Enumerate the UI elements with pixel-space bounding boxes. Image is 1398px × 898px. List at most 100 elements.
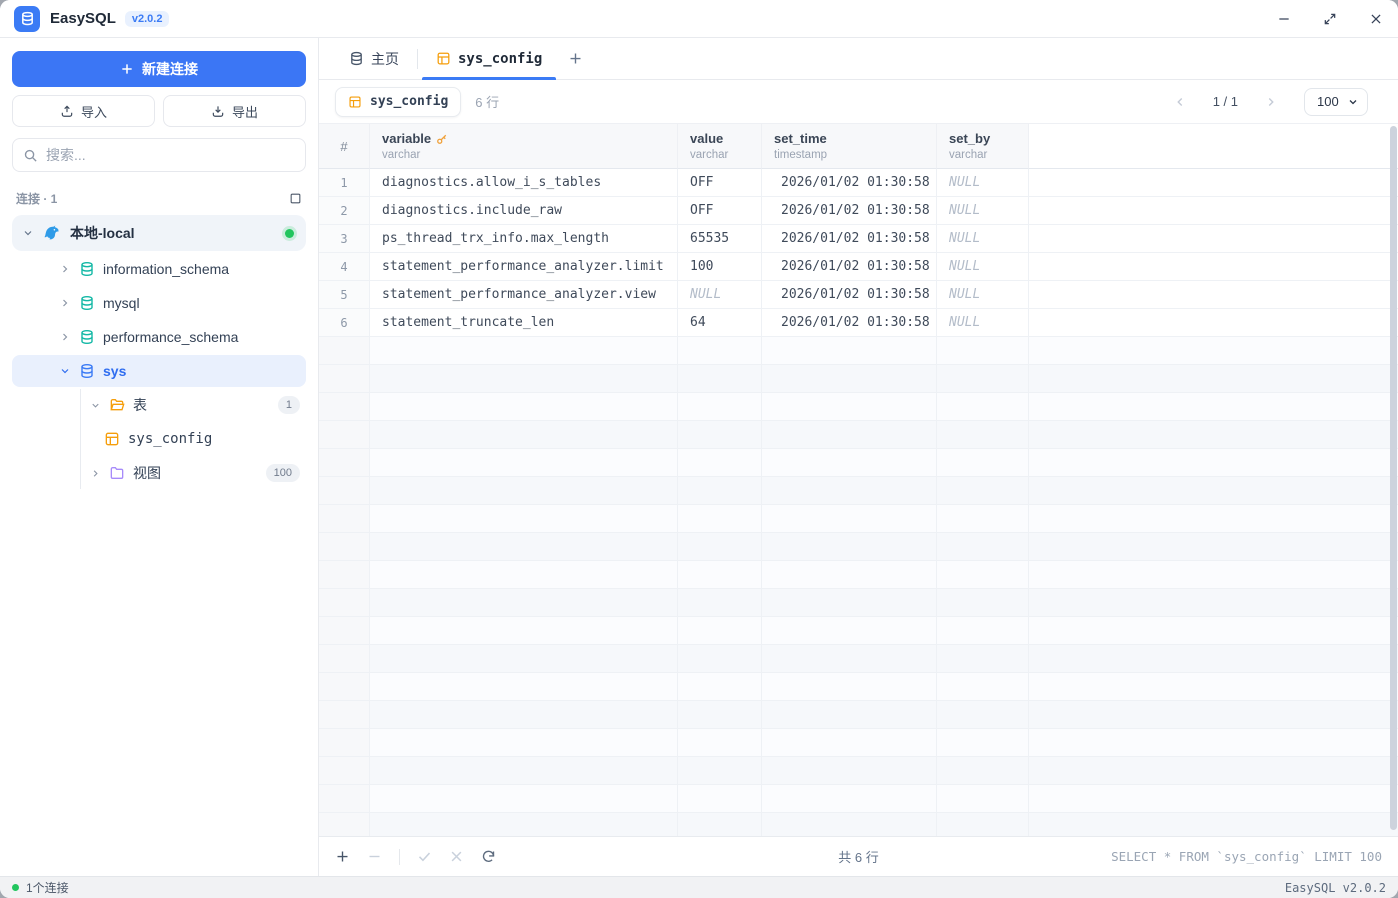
set-by-cell[interactable]: NULL xyxy=(937,169,1029,197)
export-button[interactable]: 导出 xyxy=(163,95,306,127)
db-item-information-schema[interactable]: information_schema xyxy=(12,253,306,285)
column-type: timestamp xyxy=(774,149,924,161)
sys-children: 表 1 sys_config 视图 100 xyxy=(80,389,306,489)
value-cell[interactable]: NULL xyxy=(678,281,762,309)
variable-cell[interactable]: statement_performance_analyzer.view xyxy=(370,281,678,309)
column-header-index[interactable]: # xyxy=(319,124,370,169)
set-time-cell[interactable]: 2026/01/02 01:30:58 xyxy=(762,281,937,309)
chevron-right-icon[interactable] xyxy=(59,297,71,309)
add-row-button[interactable] xyxy=(335,849,350,864)
column-header-value[interactable]: value varchar xyxy=(678,124,762,169)
chevron-down-icon[interactable] xyxy=(59,365,71,377)
data-grid: # variable varchar value varchar set_tim… xyxy=(319,123,1398,836)
value-cell[interactable]: OFF xyxy=(678,169,762,197)
chevron-right-icon[interactable] xyxy=(90,468,101,479)
set-time-cell[interactable]: 2026/01/02 01:30:58 xyxy=(762,169,937,197)
close-button[interactable] xyxy=(1368,11,1384,27)
chevron-down-icon[interactable] xyxy=(22,227,34,239)
table-row[interactable]: 1diagnostics.allow_i_s_tablesOFF2026/01/… xyxy=(319,169,1398,197)
tab-home[interactable]: 主页 xyxy=(335,38,413,80)
plus-icon xyxy=(335,849,350,864)
new-tab-button[interactable] xyxy=(568,51,583,66)
prev-page-button[interactable] xyxy=(1173,95,1187,109)
statusbar-version-label: EasySQL v2.0.2 xyxy=(1285,881,1386,895)
tables-count-badge: 1 xyxy=(278,396,300,414)
empty-row xyxy=(319,393,1398,421)
set-time-cell[interactable]: 2026/01/02 01:30:58 xyxy=(762,197,937,225)
database-icon xyxy=(349,51,364,66)
db-item-sys[interactable]: sys xyxy=(12,355,306,387)
search-box[interactable] xyxy=(12,138,306,172)
collapse-all-icon[interactable] xyxy=(289,192,302,205)
value-cell[interactable]: 64 xyxy=(678,309,762,337)
folder-open-icon xyxy=(109,397,125,413)
value-cell[interactable]: 100 xyxy=(678,253,762,281)
value-cell[interactable]: OFF xyxy=(678,197,762,225)
vertical-scrollbar[interactable] xyxy=(1390,126,1397,830)
row-number-cell[interactable]: 2 xyxy=(319,197,370,225)
connection-item-local[interactable]: 本地-local xyxy=(12,215,306,251)
set-time-cell[interactable]: 2026/01/02 01:30:58 xyxy=(762,309,937,337)
table-row[interactable]: 5statement_performance_analyzer.viewNULL… xyxy=(319,281,1398,309)
db-item-performance-schema[interactable]: performance_schema xyxy=(12,321,306,353)
variable-cell[interactable]: ps_thread_trx_info.max_length xyxy=(370,225,678,253)
connection-count-label: 1个连接 xyxy=(26,879,69,896)
new-connection-button[interactable]: 新建连接 xyxy=(12,51,306,87)
row-number-cell[interactable]: 1 xyxy=(319,169,370,197)
discard-button[interactable] xyxy=(449,849,464,864)
table-row[interactable]: 4statement_performance_analyzer.limit100… xyxy=(319,253,1398,281)
chevron-right-icon[interactable] xyxy=(59,263,71,275)
column-header-set-by[interactable]: set_by varchar xyxy=(937,124,1029,169)
refresh-button[interactable] xyxy=(481,849,496,864)
table-item-label: sys_config xyxy=(128,431,212,447)
set-time-cell[interactable]: 2026/01/02 01:30:58 xyxy=(762,253,937,281)
tab-sys-config[interactable]: sys_config xyxy=(422,38,556,80)
chevron-right-icon[interactable] xyxy=(59,331,71,343)
set-by-cell[interactable]: NULL xyxy=(937,197,1029,225)
database-icon xyxy=(79,261,95,277)
import-button[interactable]: 导入 xyxy=(12,95,155,127)
tables-folder-item[interactable]: 表 1 xyxy=(86,389,306,421)
row-number-cell[interactable]: 3 xyxy=(319,225,370,253)
table-row[interactable]: 6statement_truncate_len642026/01/02 01:3… xyxy=(319,309,1398,337)
set-by-cell[interactable]: NULL xyxy=(937,225,1029,253)
filler-cell xyxy=(1029,281,1398,309)
set-by-cell[interactable]: NULL xyxy=(937,281,1029,309)
mysql-dolphin-icon xyxy=(43,224,61,242)
row-number-cell[interactable]: 6 xyxy=(319,309,370,337)
db-item-mysql[interactable]: mysql xyxy=(12,287,306,319)
table-row[interactable]: 3ps_thread_trx_info.max_length655352026/… xyxy=(319,225,1398,253)
table-row[interactable]: 2diagnostics.include_rawOFF2026/01/02 01… xyxy=(319,197,1398,225)
value-cell[interactable]: 65535 xyxy=(678,225,762,253)
column-type: varchar xyxy=(690,149,749,161)
current-sql-label: SELECT * FROM `sys_config` LIMIT 100 xyxy=(1111,849,1382,864)
set-by-cell[interactable]: NULL xyxy=(937,253,1029,281)
table-chip[interactable]: sys_config xyxy=(335,87,461,117)
set-time-cell[interactable]: 2026/01/02 01:30:58 xyxy=(762,225,937,253)
search-input[interactable] xyxy=(46,147,295,163)
minimize-button[interactable] xyxy=(1276,11,1292,27)
empty-row xyxy=(319,813,1398,836)
variable-cell[interactable]: diagnostics.allow_i_s_tables xyxy=(370,169,678,197)
commit-button[interactable] xyxy=(417,849,432,864)
column-header-set-time[interactable]: set_time timestamp xyxy=(762,124,937,169)
next-page-button[interactable] xyxy=(1264,95,1278,109)
empty-row xyxy=(319,673,1398,701)
minus-icon xyxy=(367,849,382,864)
primary-key-icon xyxy=(436,133,448,145)
row-number-cell[interactable]: 4 xyxy=(319,253,370,281)
column-header-variable[interactable]: variable varchar xyxy=(370,124,678,169)
variable-cell[interactable]: diagnostics.include_raw xyxy=(370,197,678,225)
views-folder-item[interactable]: 视图 100 xyxy=(86,457,306,489)
chevron-down-icon[interactable] xyxy=(90,400,101,411)
empty-row xyxy=(319,701,1398,729)
variable-cell[interactable]: statement_truncate_len xyxy=(370,309,678,337)
delete-row-button[interactable] xyxy=(367,849,382,864)
set-by-cell[interactable]: NULL xyxy=(937,309,1029,337)
table-item-sys-config[interactable]: sys_config xyxy=(86,423,306,455)
variable-cell[interactable]: statement_performance_analyzer.limit xyxy=(370,253,678,281)
row-number-cell[interactable]: 5 xyxy=(319,281,370,309)
page-size-select[interactable]: 100 xyxy=(1304,88,1368,116)
maximize-button[interactable] xyxy=(1322,11,1338,27)
connection-status-dot xyxy=(285,229,294,238)
